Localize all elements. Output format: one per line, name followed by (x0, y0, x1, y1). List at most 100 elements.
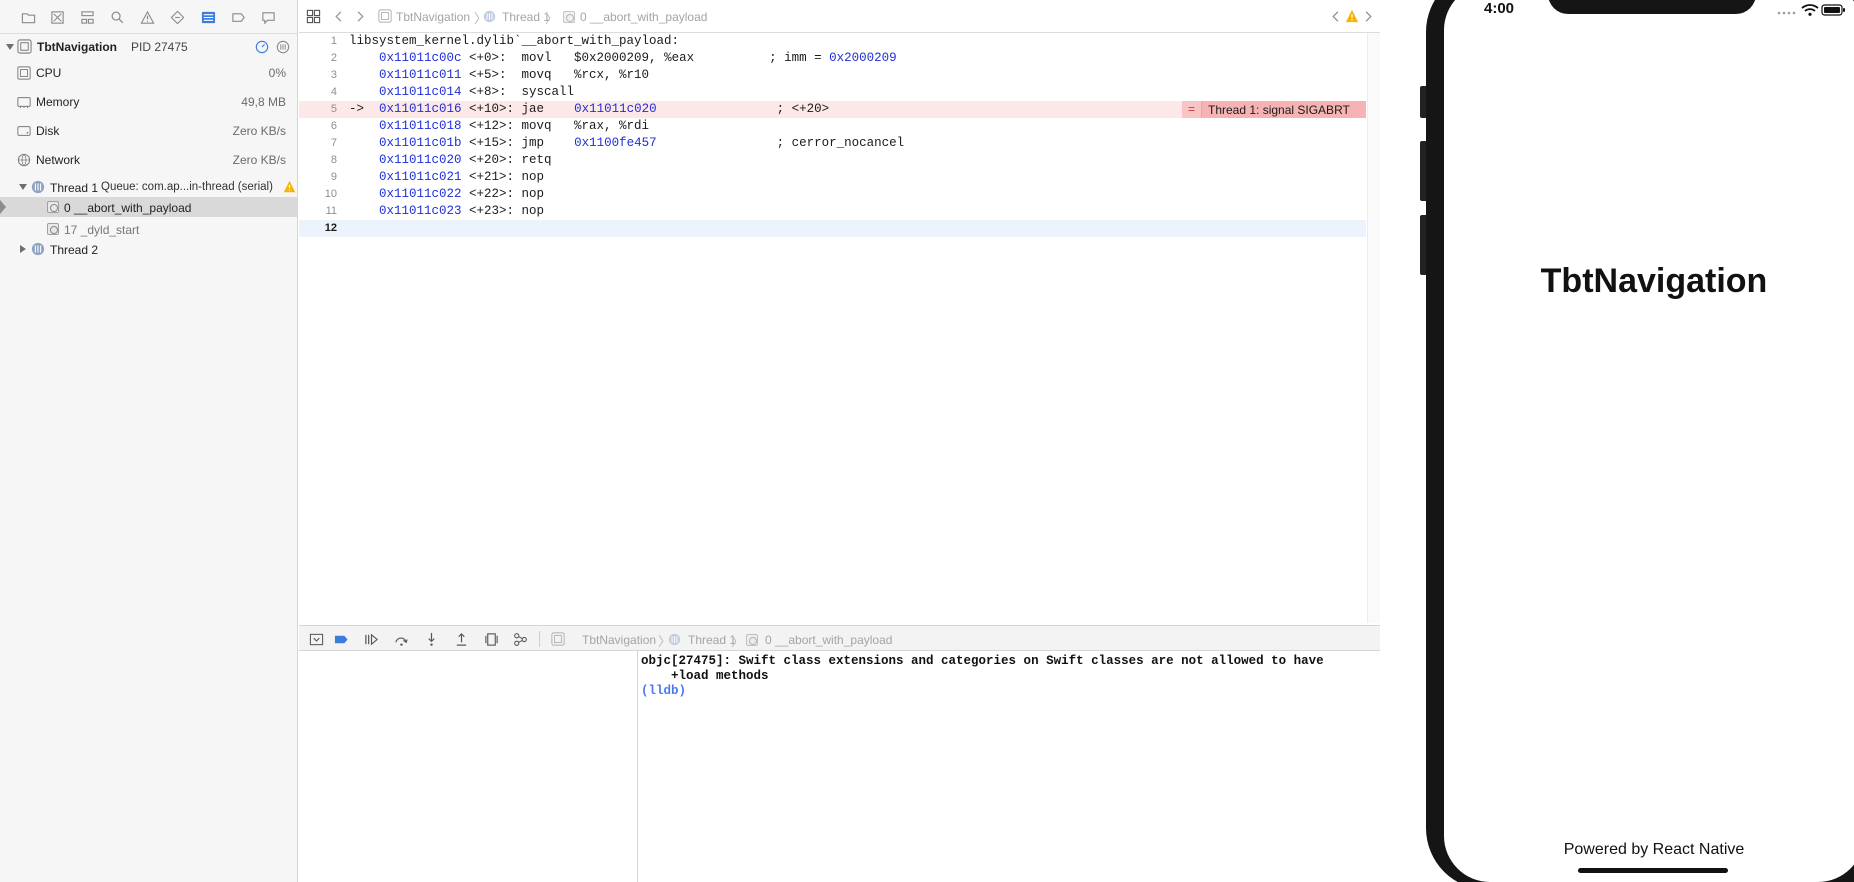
forward-icon[interactable] (354, 10, 366, 23)
thread-row-1[interactable]: Thread 1 Queue: com.ap...in-thread (seri… (0, 177, 298, 197)
warning-icon[interactable] (1345, 9, 1359, 23)
debug-console[interactable]: objc[27475]: Swift class extensions and … (639, 651, 1380, 882)
breadcrumb-project[interactable]: TbtNavigation (396, 10, 470, 24)
code-prefix (349, 153, 379, 167)
error-badge[interactable]: = Thread 1: signal SIGABRT (1182, 101, 1366, 118)
code-line[interactable]: 7 0x11011c01b <+15>: jmp 0x1100fe457 ; c… (299, 135, 1366, 152)
thread-name: Thread 1 (50, 181, 99, 195)
folder-icon[interactable] (20, 9, 36, 25)
jump-bar: TbtNavigation 〉 Thread 1 〉 0 __abort_wit… (299, 0, 1380, 33)
code-line[interactable]: 6 0x11011c018 <+12>: movq %rax, %rdi (299, 118, 1366, 135)
previous-issue-icon[interactable] (1331, 10, 1341, 23)
current-frame-marker (0, 200, 6, 214)
breadcrumb-thread[interactable]: Thread 1 (688, 633, 736, 647)
test-diamond-icon[interactable] (169, 9, 185, 25)
code-line[interactable]: 10 0x11011c022 <+22>: nop (299, 186, 1366, 203)
cursor-line[interactable]: 12 (299, 220, 1366, 237)
code-line[interactable]: 4 0x11011c014 <+8>: syscall (299, 84, 1366, 101)
code-instruction: <+8>: syscall (461, 85, 575, 99)
disassembly-editor[interactable]: 1 libsystem_kernel.dylib`__abort_with_pa… (299, 33, 1380, 623)
warning-icon (283, 180, 296, 193)
network-icon (17, 153, 31, 167)
breakpoint-icon[interactable] (230, 9, 246, 25)
code-instruction: <+12>: movq %rax, %rdi (461, 119, 650, 133)
code-line[interactable]: 2 0x11011c00c <+0>: movl $0x2000209, %ea… (299, 50, 1366, 67)
process-row[interactable]: TbtNavigation PID 27475 (0, 36, 298, 58)
error-badge-icon: = (1182, 101, 1202, 118)
gauge-mode-icon[interactable] (255, 40, 269, 54)
thread-name: Thread 2 (50, 243, 99, 257)
thread-row-2[interactable]: Thread 2 (0, 239, 298, 259)
step-over-icon (394, 637, 408, 646)
next-issue-icon[interactable] (1363, 10, 1373, 23)
line-number: 10 (324, 188, 337, 200)
line-number: 7 (330, 137, 337, 149)
code-line[interactable]: 8 0x11011c020 <+20>: retq (299, 152, 1366, 169)
report-icon[interactable] (260, 9, 276, 25)
gauge-value: Zero KB/s (232, 153, 286, 167)
debug-navigator-icon[interactable] (200, 9, 216, 25)
search-icon[interactable] (109, 9, 125, 25)
options-icon[interactable] (276, 40, 290, 54)
view-hierarchy-button[interactable] (483, 631, 499, 647)
process-name: TbtNavigation (37, 40, 117, 54)
gauge-network[interactable]: Network Zero KB/s (0, 146, 298, 174)
line-number: 12 (324, 222, 337, 234)
code-address: 0x11011c01b (379, 136, 462, 150)
home-indicator[interactable] (1578, 868, 1728, 873)
code-line[interactable]: 11 0x11011c023 <+23>: nop (299, 203, 1366, 220)
related-items-icon[interactable] (306, 9, 321, 24)
step-into-button[interactable] (423, 631, 439, 647)
step-out-button[interactable] (453, 631, 469, 647)
debug-navigator: TbtNavigation PID 27475 CPU 0% Memory 49… (0, 0, 298, 882)
code-line[interactable]: 1 libsystem_kernel.dylib`__abort_with_pa… (299, 33, 1366, 50)
code-address: 0x11011c020 (379, 153, 462, 167)
code-prefix (349, 204, 379, 218)
breadcrumb-frame[interactable]: 0 __abort_with_payload (580, 10, 707, 24)
error-message: Thread 1: signal SIGABRT (1208, 103, 1350, 117)
code-instruction: <+5>: movq %rcx, %r10 (461, 68, 650, 82)
warning-icon[interactable] (139, 9, 155, 25)
current-instruction-line[interactable]: 5 -> 0x11011c016 <+10>: jae 0x11011c020 … (299, 101, 1366, 118)
app-title: TbtNavigation (1540, 262, 1768, 300)
breadcrumb-thread[interactable]: Thread 1 (502, 10, 550, 24)
lldb-prompt[interactable]: (lldb) (641, 684, 686, 698)
breadcrumb-frame[interactable]: 0 __abort_with_payload (765, 633, 892, 647)
source-control-icon[interactable] (49, 9, 65, 25)
disclosure-closed-icon[interactable] (18, 244, 28, 254)
back-icon[interactable] (333, 10, 345, 23)
breakpoints-toggle-button[interactable] (333, 631, 349, 647)
step-over-button[interactable] (393, 631, 409, 647)
variables-view[interactable] (299, 651, 638, 882)
line-number: 2 (330, 52, 337, 64)
thread-icon (483, 10, 496, 23)
stack-frame-row[interactable]: 0 __abort_with_payload (0, 197, 298, 217)
code-comment: ; cerror_nocancel (656, 136, 905, 150)
code-prefix (349, 170, 379, 184)
gauge-memory[interactable]: Memory 49,8 MB (0, 88, 298, 116)
line-number: 11 (325, 205, 337, 217)
code-address: 0x11011c00c (379, 51, 462, 65)
stack-frame-icon (563, 11, 575, 23)
hierarchy-icon[interactable] (79, 9, 95, 25)
breadcrumb-project[interactable]: TbtNavigation (582, 633, 656, 647)
memory-graph-button[interactable] (512, 631, 528, 647)
line-number: 9 (330, 171, 337, 183)
disclosure-open-icon[interactable] (18, 182, 28, 192)
console-output: objc[27475]: Swift class extensions and … (641, 654, 1324, 683)
code-line[interactable]: 9 0x11011c021 <+21>: nop (299, 169, 1366, 186)
code-line[interactable]: 3 0x11011c011 <+5>: movq %rcx, %r10 (299, 67, 1366, 84)
device-notch (1548, 0, 1756, 14)
gauge-cpu[interactable]: CPU 0% (0, 59, 298, 87)
code-comment: ; <+20> (656, 102, 830, 116)
editor-scrollbar[interactable] (1367, 33, 1380, 623)
disclosure-open-icon[interactable] (5, 42, 15, 52)
continue-button[interactable] (363, 631, 379, 647)
thread-queue: Queue: com.ap...in-thread (serial) (101, 181, 273, 193)
stack-frame-row[interactable]: 17 _dyld_start (0, 219, 298, 239)
hide-debug-area-button[interactable] (308, 631, 324, 647)
simulator-screen[interactable]: 4:00 TbtNavigation Powered by React Nati… (1444, 0, 1854, 882)
process-pid: PID 27475 (131, 40, 188, 54)
memory-graph-icon (513, 632, 527, 646)
gauge-disk[interactable]: Disk Zero KB/s (0, 117, 298, 145)
